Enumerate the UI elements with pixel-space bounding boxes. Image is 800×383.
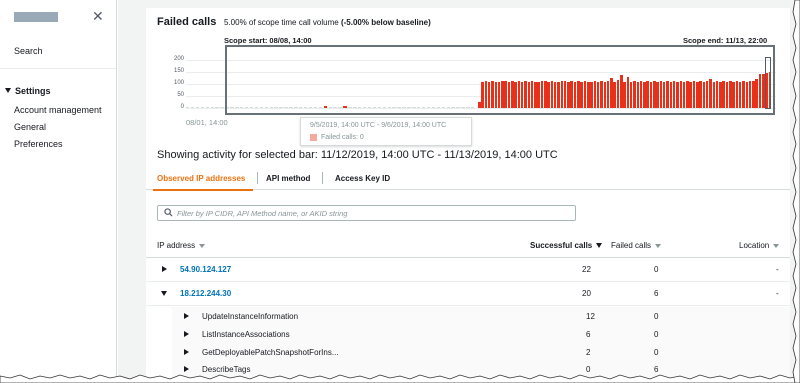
tooltip-value: Failed calls: 0	[321, 134, 364, 141]
sidebar-item-account-management[interactable]: Account management	[14, 105, 102, 115]
table-row[interactable]: 18.212.244.30 20 6 -	[146, 282, 790, 306]
torn-edge-bottom	[0, 374, 800, 383]
subtitle-text: 5.00% of scope time call volume	[224, 18, 341, 27]
location-value: -	[776, 265, 779, 274]
close-icon[interactable]: ✕	[92, 9, 104, 23]
table-row[interactable]: 54.90.124.127 22 0 -	[146, 258, 790, 282]
scope-start-label: Scope start: 08/08, 14:00	[224, 36, 312, 45]
successful-calls-value: 6	[586, 330, 591, 339]
location-value: -	[776, 289, 779, 298]
list-item[interactable]: UpdateInstanceInformation 12 0	[172, 308, 790, 326]
selected-bar-highlight[interactable]	[765, 57, 771, 109]
sidebar-item-search[interactable]: Search	[14, 46, 43, 56]
column-header-location[interactable]: Location	[739, 241, 780, 250]
sidebar-section-settings[interactable]: Settings	[5, 86, 51, 96]
logo	[14, 12, 58, 22]
successful-calls-value: 20	[582, 289, 591, 298]
y-tick-label: 150	[173, 68, 184, 74]
sort-icon	[655, 244, 662, 248]
filter-placeholder: Filter by IP CIDR, API Method name, or A…	[177, 209, 348, 218]
sidebar-item-general[interactable]: General	[14, 122, 46, 132]
y-tick-label: 100	[173, 80, 184, 86]
chart-bar[interactable]	[205, 107, 210, 108]
expand-icon[interactable]	[184, 349, 189, 355]
chart-bar[interactable]	[190, 107, 195, 108]
caret-down-icon	[5, 88, 11, 93]
torn-edge-right	[792, 0, 800, 383]
failed-calls-value: 0	[654, 312, 659, 321]
sort-icon	[199, 244, 206, 248]
panel-subtitle: 5.00% of scope time call volume (-5.00% …	[224, 18, 431, 27]
list-item[interactable]: ListInstanceAssociations 6 0	[172, 326, 790, 344]
table-header: IP address Successful calls Failed calls…	[146, 233, 790, 258]
column-header-label: Failed calls	[611, 241, 652, 250]
sidebar-divider	[0, 68, 116, 69]
chart-bar[interactable]	[186, 107, 190, 108]
tab-separator	[322, 172, 323, 184]
api-method-name: UpdateInstanceInformation	[202, 312, 299, 321]
sidebar-section-label: Settings	[15, 86, 51, 96]
chart-bar[interactable]	[215, 107, 219, 108]
chart-bar[interactable]	[195, 107, 200, 108]
column-header-label: Location	[739, 241, 770, 250]
list-item[interactable]: GetDeployablePatchSnapshotForIns... 2 0	[172, 344, 790, 362]
failed-calls-value: 0	[654, 265, 659, 274]
panel-title: Failed calls	[157, 16, 217, 28]
api-method-name: GetDeployablePatchSnapshotForIns...	[202, 348, 339, 357]
failed-calls-value: 0	[654, 330, 659, 339]
sidebar: ✕ Search Settings Account management Gen…	[0, 0, 117, 383]
chart-bar[interactable]	[210, 107, 214, 108]
chart-bar[interactable]	[220, 107, 224, 108]
tab-separator	[257, 172, 258, 184]
search-icon	[164, 208, 173, 217]
expand-icon[interactable]	[184, 313, 189, 319]
sidebar-item-preferences[interactable]: Preferences	[14, 139, 63, 149]
api-method-name: ListInstanceAssociations	[202, 330, 290, 339]
tooltip-swatch	[310, 134, 317, 141]
expand-icon[interactable]	[162, 266, 167, 272]
collapse-icon[interactable]	[161, 291, 167, 296]
x-axis-start-label: 08/01, 14:00	[186, 118, 228, 127]
sort-descending-icon	[596, 243, 603, 248]
scope-end-label: Scope end: 11/13, 22:00	[683, 36, 768, 45]
column-header-ip-address[interactable]: IP address	[157, 241, 206, 250]
activity-heading: Showing activity for selected bar: 11/12…	[157, 149, 558, 161]
tab-api-method[interactable]: API method	[266, 174, 310, 183]
column-header-label: IP address	[157, 241, 196, 250]
sort-icon	[773, 244, 780, 248]
y-tick-label: 0	[180, 104, 184, 110]
ip-address-link[interactable]: 54.90.124.127	[180, 265, 231, 274]
filter-input[interactable]: Filter by IP CIDR, API Method name, or A…	[157, 205, 576, 221]
scope-selection-box[interactable]	[225, 45, 775, 115]
expand-icon[interactable]	[184, 331, 189, 337]
column-header-label: Successful calls	[530, 241, 593, 250]
chart-bar[interactable]	[200, 107, 205, 108]
y-tick-label: 200	[173, 56, 184, 62]
column-header-successful-calls[interactable]: Successful calls	[530, 241, 603, 250]
tooltip-range: 9/5/2019, 14:00 UTC - 9/6/2019, 14:00 UT…	[310, 122, 447, 129]
subtitle-baseline: (-5.00% below baseline)	[340, 18, 431, 27]
successful-calls-value: 2	[586, 348, 591, 357]
tab-observed-ip-addresses[interactable]: Observed IP addresses	[157, 174, 245, 183]
successful-calls-value: 12	[586, 312, 595, 321]
column-header-failed-calls[interactable]: Failed calls	[611, 241, 662, 250]
successful-calls-value: 22	[582, 265, 591, 274]
failed-calls-value: 6	[654, 289, 659, 298]
tab-access-key-id[interactable]: Access Key ID	[335, 174, 390, 183]
ip-address-link[interactable]: 18.212.244.30	[180, 289, 231, 298]
chart-tooltip: 9/5/2019, 14:00 UTC - 9/6/2019, 14:00 UT…	[300, 117, 472, 146]
failed-calls-value: 0	[654, 348, 659, 357]
y-tick-label: 50	[177, 92, 184, 98]
active-tab-indicator	[153, 189, 253, 191]
